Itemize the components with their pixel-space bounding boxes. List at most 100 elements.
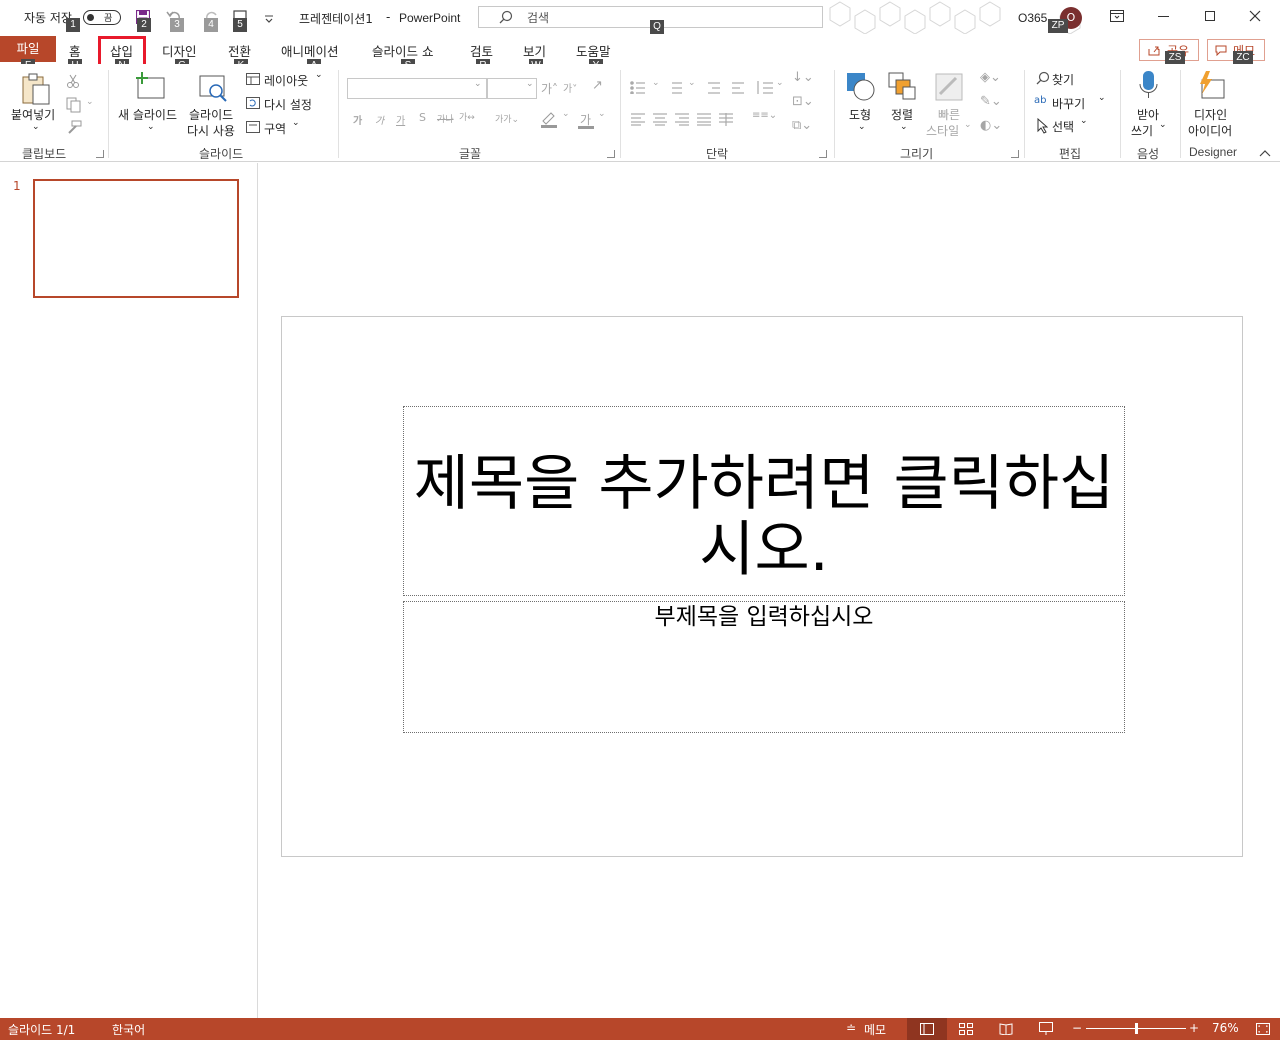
paste-icon[interactable] bbox=[20, 72, 52, 109]
reset-icon[interactable] bbox=[246, 97, 260, 109]
font-name-field[interactable]: ⌄ bbox=[347, 78, 487, 99]
quick-styles-icon[interactable] bbox=[934, 72, 966, 102]
tab-animations[interactable]: 애니메이션 bbox=[281, 41, 339, 60]
design-ideas-icon[interactable] bbox=[1196, 70, 1228, 102]
drawing-launcher-icon[interactable] bbox=[1011, 150, 1019, 158]
customize-toolbar-icon[interactable] bbox=[264, 12, 274, 26]
font-launcher-icon[interactable] bbox=[607, 150, 615, 158]
zoom-slider-track[interactable] bbox=[1086, 1023, 1186, 1034]
text-direction-icon[interactable]: ↓⌄ bbox=[792, 70, 814, 85]
slide-thumbnail[interactable] bbox=[33, 179, 239, 298]
slideshow-view-icon[interactable] bbox=[1039, 1022, 1053, 1036]
section-label[interactable]: 구역 bbox=[264, 120, 286, 137]
find-icon[interactable] bbox=[1036, 71, 1050, 85]
reuse-slides-icon[interactable] bbox=[198, 74, 230, 104]
strikethrough-icon[interactable]: 가나 bbox=[437, 112, 454, 125]
language-indicator[interactable]: 한국어 bbox=[112, 1021, 145, 1038]
change-case-icon[interactable]: 가가⌄ bbox=[495, 112, 519, 125]
line-spacing-dropdown-icon[interactable]: ⌄ bbox=[776, 78, 784, 88]
reset-label[interactable]: 다시 설정 bbox=[264, 96, 312, 113]
new-slide-icon[interactable] bbox=[134, 72, 166, 102]
zoom-out-button[interactable]: − bbox=[1072, 1021, 1082, 1035]
reuse-slides-label-2[interactable]: 다시 사용 bbox=[187, 122, 235, 139]
subtitle-placeholder[interactable]: 부제목을 입력하십시오 bbox=[403, 601, 1125, 733]
tab-home[interactable]: 홈 bbox=[69, 41, 81, 60]
select-cursor-icon[interactable] bbox=[1036, 118, 1048, 134]
numbering-dropdown-icon[interactable]: ⌄ bbox=[688, 78, 696, 88]
zoom-in-button[interactable]: + bbox=[1189, 1021, 1199, 1035]
tab-transitions[interactable]: 전환 bbox=[228, 41, 251, 60]
paste-label[interactable]: 붙여넣기 bbox=[11, 106, 55, 123]
quick-styles-label-2[interactable]: 스타일 bbox=[926, 122, 959, 139]
section-dropdown-icon[interactable]: ⌄ bbox=[292, 118, 300, 128]
smartart-icon[interactable]: ⧉⌄ bbox=[792, 118, 812, 133]
paste-dropdown-icon[interactable]: ⌄ bbox=[32, 122, 40, 132]
font-color-dropdown-icon[interactable]: ⌄ bbox=[598, 109, 606, 119]
notes-button[interactable]: 메모 bbox=[864, 1021, 886, 1038]
tab-help[interactable]: 도움말 bbox=[576, 41, 611, 60]
replace-label[interactable]: 바꾸기 bbox=[1052, 95, 1085, 112]
select-label[interactable]: 선택 bbox=[1052, 118, 1074, 135]
clipboard-launcher-icon[interactable] bbox=[96, 150, 104, 158]
design-ideas-label-2[interactable]: 아이디어 bbox=[1188, 122, 1232, 139]
close-button[interactable] bbox=[1249, 10, 1261, 25]
dictate-label-1[interactable]: 받아 bbox=[1137, 106, 1159, 123]
copy-dropdown-icon[interactable]: ⌄ bbox=[86, 97, 94, 107]
design-ideas-label-1[interactable]: 디자인 bbox=[1194, 106, 1227, 123]
microphone-icon[interactable] bbox=[1138, 70, 1160, 102]
account-name[interactable]: O365 bbox=[1018, 11, 1047, 25]
replace-dropdown-icon[interactable]: ⌄ bbox=[1098, 93, 1106, 103]
cut-icon[interactable] bbox=[66, 74, 80, 88]
dictate-dropdown-icon[interactable]: ⌄ bbox=[1159, 120, 1167, 130]
arrange-dropdown-icon[interactable]: ⌄ bbox=[900, 122, 908, 132]
spacing-icon[interactable]: 가↔ bbox=[459, 110, 475, 123]
shape-effects-icon[interactable]: ◐⌄ bbox=[980, 118, 1002, 133]
minimize-button[interactable] bbox=[1158, 16, 1169, 17]
highlight-dropdown-icon[interactable]: ⌄ bbox=[562, 109, 570, 119]
italic-icon[interactable]: 가 bbox=[375, 112, 384, 127]
new-slide-label[interactable]: 새 슬라이드 bbox=[118, 106, 177, 123]
reading-view-icon[interactable] bbox=[999, 1023, 1013, 1035]
slide-sorter-icon[interactable] bbox=[959, 1023, 973, 1035]
bullets-dropdown-icon[interactable]: ⌄ bbox=[652, 78, 660, 88]
shape-outline-icon[interactable]: ✎⌄ bbox=[980, 94, 1002, 109]
bold-icon[interactable]: 가 bbox=[353, 112, 362, 127]
shape-fill-icon[interactable]: ◈⌄ bbox=[980, 70, 1001, 85]
reuse-slides-label-1[interactable]: 슬라이드 bbox=[189, 106, 233, 123]
title-placeholder[interactable]: 제목을 추가하려면 클릭하십시오. bbox=[403, 406, 1125, 596]
tab-design[interactable]: 디자인 bbox=[162, 41, 197, 60]
grow-font-icon[interactable]: 가˄ bbox=[541, 80, 558, 97]
tab-slideshow[interactable]: 슬라이드 쇼 bbox=[372, 41, 433, 60]
layout-icon[interactable] bbox=[246, 73, 260, 85]
paragraph-align-icons[interactable] bbox=[630, 112, 740, 126]
layout-label[interactable]: 레이아웃 bbox=[264, 72, 308, 89]
shapes-dropdown-icon[interactable]: ⌄ bbox=[858, 122, 866, 132]
tab-review[interactable]: 검토 bbox=[470, 41, 493, 60]
section-icon[interactable] bbox=[246, 121, 260, 133]
shrink-font-icon[interactable]: 가˅ bbox=[563, 80, 577, 95]
collapse-ribbon-icon[interactable] bbox=[1259, 149, 1271, 157]
font-name-dropdown-icon[interactable]: ⌄ bbox=[474, 79, 482, 89]
new-slide-dropdown-icon[interactable]: ⌄ bbox=[147, 122, 155, 132]
select-dropdown-icon[interactable]: ⌄ bbox=[1080, 116, 1088, 126]
format-painter-icon[interactable] bbox=[66, 120, 82, 134]
shapes-label[interactable]: 도형 bbox=[849, 106, 871, 123]
layout-dropdown-icon[interactable]: ⌄ bbox=[315, 70, 323, 80]
dictate-label-2[interactable]: 쓰기 bbox=[1131, 122, 1153, 139]
zoom-level[interactable]: 76% bbox=[1212, 1021, 1239, 1035]
ribbon-display-options-icon[interactable] bbox=[1110, 10, 1124, 25]
quick-styles-dropdown-icon[interactable]: ⌄ bbox=[964, 120, 972, 130]
paragraph-launcher-icon[interactable] bbox=[819, 150, 827, 158]
maximize-button[interactable] bbox=[1205, 11, 1215, 21]
columns-icon[interactable]: ≡≡⌄ bbox=[752, 110, 777, 121]
shapes-icon[interactable] bbox=[846, 72, 876, 102]
arrange-label[interactable]: 정렬 bbox=[891, 106, 913, 123]
copy-icon[interactable] bbox=[66, 97, 82, 113]
replace-icon[interactable]: ab bbox=[1034, 95, 1046, 106]
autosave-toggle[interactable]: 끔 bbox=[83, 10, 121, 25]
quick-styles-label-1[interactable]: 빠른 bbox=[938, 106, 960, 123]
font-size-field[interactable]: ⌄ bbox=[487, 78, 537, 99]
arrange-icon[interactable] bbox=[888, 72, 918, 102]
normal-view-button[interactable] bbox=[907, 1018, 947, 1040]
underline-icon[interactable]: 가 bbox=[396, 112, 405, 127]
